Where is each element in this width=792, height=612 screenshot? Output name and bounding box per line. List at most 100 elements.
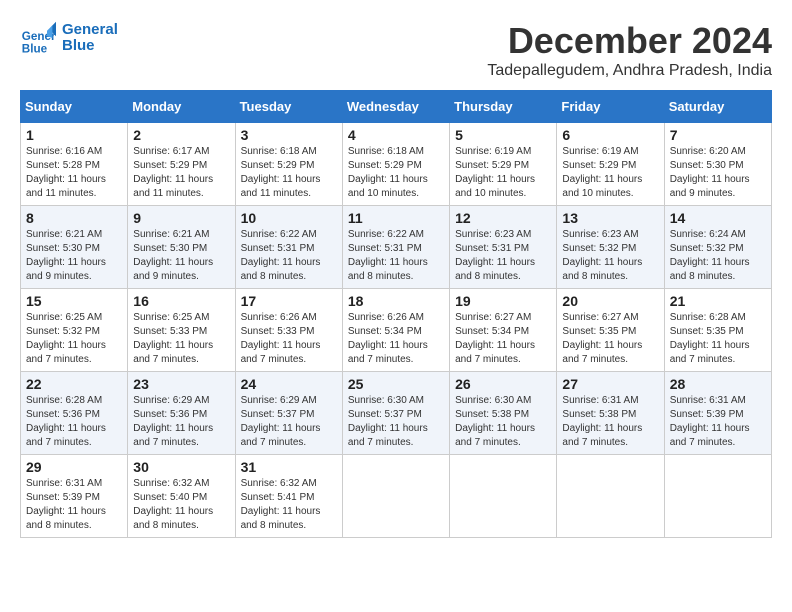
logo-icon: General Blue [20, 20, 56, 56]
day-number: 29 [26, 459, 122, 475]
header-row: SundayMondayTuesdayWednesdayThursdayFrid… [21, 91, 772, 123]
calendar-cell: 5 Sunrise: 6:19 AM Sunset: 5:29 PM Dayli… [450, 123, 557, 206]
day-info: Sunrise: 6:26 AM Sunset: 5:33 PM Dayligh… [241, 311, 337, 367]
day-number: 10 [241, 210, 337, 226]
day-info: Sunrise: 6:21 AM Sunset: 5:30 PM Dayligh… [133, 228, 229, 284]
day-info: Sunrise: 6:26 AM Sunset: 5:34 PM Dayligh… [348, 311, 444, 367]
week-row-4: 22 Sunrise: 6:28 AM Sunset: 5:36 PM Dayl… [21, 372, 772, 455]
calendar-cell: 10 Sunrise: 6:22 AM Sunset: 5:31 PM Dayl… [235, 206, 342, 289]
day-number: 27 [562, 376, 658, 392]
day-info: Sunrise: 6:30 AM Sunset: 5:37 PM Dayligh… [348, 394, 444, 450]
day-number: 3 [241, 127, 337, 143]
day-info: Sunrise: 6:22 AM Sunset: 5:31 PM Dayligh… [348, 228, 444, 284]
day-number: 7 [670, 127, 766, 143]
week-row-1: 1 Sunrise: 6:16 AM Sunset: 5:28 PM Dayli… [21, 123, 772, 206]
day-number: 12 [455, 210, 551, 226]
calendar-cell: 1 Sunrise: 6:16 AM Sunset: 5:28 PM Dayli… [21, 123, 128, 206]
logo-text: General [62, 22, 118, 39]
column-header-monday: Monday [128, 91, 235, 123]
calendar-cell: 27 Sunrise: 6:31 AM Sunset: 5:38 PM Dayl… [557, 372, 664, 455]
day-info: Sunrise: 6:32 AM Sunset: 5:40 PM Dayligh… [133, 477, 229, 533]
calendar-cell: 4 Sunrise: 6:18 AM Sunset: 5:29 PM Dayli… [342, 123, 449, 206]
day-number: 30 [133, 459, 229, 475]
week-row-2: 8 Sunrise: 6:21 AM Sunset: 5:30 PM Dayli… [21, 206, 772, 289]
day-info: Sunrise: 6:19 AM Sunset: 5:29 PM Dayligh… [562, 145, 658, 201]
day-number: 4 [348, 127, 444, 143]
column-header-tuesday: Tuesday [235, 91, 342, 123]
day-number: 31 [241, 459, 337, 475]
month-title: December 2024 [487, 20, 772, 62]
day-number: 11 [348, 210, 444, 226]
day-number: 22 [26, 376, 122, 392]
day-number: 2 [133, 127, 229, 143]
day-info: Sunrise: 6:29 AM Sunset: 5:37 PM Dayligh… [241, 394, 337, 450]
day-number: 14 [670, 210, 766, 226]
day-number: 5 [455, 127, 551, 143]
day-info: Sunrise: 6:27 AM Sunset: 5:35 PM Dayligh… [562, 311, 658, 367]
day-number: 24 [241, 376, 337, 392]
day-info: Sunrise: 6:18 AM Sunset: 5:29 PM Dayligh… [348, 145, 444, 201]
day-number: 26 [455, 376, 551, 392]
day-info: Sunrise: 6:28 AM Sunset: 5:36 PM Dayligh… [26, 394, 122, 450]
calendar-cell: 22 Sunrise: 6:28 AM Sunset: 5:36 PM Dayl… [21, 372, 128, 455]
day-info: Sunrise: 6:29 AM Sunset: 5:36 PM Dayligh… [133, 394, 229, 450]
day-number: 25 [348, 376, 444, 392]
column-header-friday: Friday [557, 91, 664, 123]
day-info: Sunrise: 6:31 AM Sunset: 5:39 PM Dayligh… [26, 477, 122, 533]
calendar-cell [664, 455, 771, 538]
day-info: Sunrise: 6:19 AM Sunset: 5:29 PM Dayligh… [455, 145, 551, 201]
calendar-cell: 29 Sunrise: 6:31 AM Sunset: 5:39 PM Dayl… [21, 455, 128, 538]
day-info: Sunrise: 6:17 AM Sunset: 5:29 PM Dayligh… [133, 145, 229, 201]
day-info: Sunrise: 6:16 AM Sunset: 5:28 PM Dayligh… [26, 145, 122, 201]
header: General Blue General Blue December 2024 … [20, 20, 772, 80]
calendar-cell: 21 Sunrise: 6:28 AM Sunset: 5:35 PM Dayl… [664, 289, 771, 372]
calendar-cell: 7 Sunrise: 6:20 AM Sunset: 5:30 PM Dayli… [664, 123, 771, 206]
day-info: Sunrise: 6:21 AM Sunset: 5:30 PM Dayligh… [26, 228, 122, 284]
day-number: 19 [455, 293, 551, 309]
calendar-cell: 16 Sunrise: 6:25 AM Sunset: 5:33 PM Dayl… [128, 289, 235, 372]
week-row-5: 29 Sunrise: 6:31 AM Sunset: 5:39 PM Dayl… [21, 455, 772, 538]
day-info: Sunrise: 6:28 AM Sunset: 5:35 PM Dayligh… [670, 311, 766, 367]
calendar-cell: 9 Sunrise: 6:21 AM Sunset: 5:30 PM Dayli… [128, 206, 235, 289]
logo: General Blue General Blue [20, 20, 118, 56]
location-title: Tadepallegudem, Andhra Pradesh, India [487, 62, 772, 80]
calendar-cell: 31 Sunrise: 6:32 AM Sunset: 5:41 PM Dayl… [235, 455, 342, 538]
day-info: Sunrise: 6:18 AM Sunset: 5:29 PM Dayligh… [241, 145, 337, 201]
calendar-cell: 3 Sunrise: 6:18 AM Sunset: 5:29 PM Dayli… [235, 123, 342, 206]
calendar-table: SundayMondayTuesdayWednesdayThursdayFrid… [20, 90, 772, 538]
calendar-cell: 23 Sunrise: 6:29 AM Sunset: 5:36 PM Dayl… [128, 372, 235, 455]
day-info: Sunrise: 6:30 AM Sunset: 5:38 PM Dayligh… [455, 394, 551, 450]
calendar-cell: 6 Sunrise: 6:19 AM Sunset: 5:29 PM Dayli… [557, 123, 664, 206]
column-header-wednesday: Wednesday [342, 91, 449, 123]
day-number: 6 [562, 127, 658, 143]
day-number: 8 [26, 210, 122, 226]
day-number: 9 [133, 210, 229, 226]
day-number: 20 [562, 293, 658, 309]
column-header-saturday: Saturday [664, 91, 771, 123]
calendar-cell: 14 Sunrise: 6:24 AM Sunset: 5:32 PM Dayl… [664, 206, 771, 289]
day-number: 23 [133, 376, 229, 392]
day-number: 13 [562, 210, 658, 226]
day-info: Sunrise: 6:25 AM Sunset: 5:33 PM Dayligh… [133, 311, 229, 367]
day-number: 28 [670, 376, 766, 392]
calendar-cell: 30 Sunrise: 6:32 AM Sunset: 5:40 PM Dayl… [128, 455, 235, 538]
calendar-cell: 15 Sunrise: 6:25 AM Sunset: 5:32 PM Dayl… [21, 289, 128, 372]
calendar-cell [557, 455, 664, 538]
column-header-thursday: Thursday [450, 91, 557, 123]
day-number: 15 [26, 293, 122, 309]
day-number: 17 [241, 293, 337, 309]
calendar-cell: 17 Sunrise: 6:26 AM Sunset: 5:33 PM Dayl… [235, 289, 342, 372]
title-area: December 2024 Tadepallegudem, Andhra Pra… [487, 20, 772, 80]
calendar-cell: 28 Sunrise: 6:31 AM Sunset: 5:39 PM Dayl… [664, 372, 771, 455]
day-info: Sunrise: 6:25 AM Sunset: 5:32 PM Dayligh… [26, 311, 122, 367]
day-info: Sunrise: 6:23 AM Sunset: 5:32 PM Dayligh… [562, 228, 658, 284]
calendar-cell: 11 Sunrise: 6:22 AM Sunset: 5:31 PM Dayl… [342, 206, 449, 289]
calendar-cell: 2 Sunrise: 6:17 AM Sunset: 5:29 PM Dayli… [128, 123, 235, 206]
day-info: Sunrise: 6:32 AM Sunset: 5:41 PM Dayligh… [241, 477, 337, 533]
day-info: Sunrise: 6:31 AM Sunset: 5:39 PM Dayligh… [670, 394, 766, 450]
day-info: Sunrise: 6:23 AM Sunset: 5:31 PM Dayligh… [455, 228, 551, 284]
calendar-cell: 24 Sunrise: 6:29 AM Sunset: 5:37 PM Dayl… [235, 372, 342, 455]
calendar-cell: 26 Sunrise: 6:30 AM Sunset: 5:38 PM Dayl… [450, 372, 557, 455]
calendar-cell: 12 Sunrise: 6:23 AM Sunset: 5:31 PM Dayl… [450, 206, 557, 289]
day-number: 18 [348, 293, 444, 309]
